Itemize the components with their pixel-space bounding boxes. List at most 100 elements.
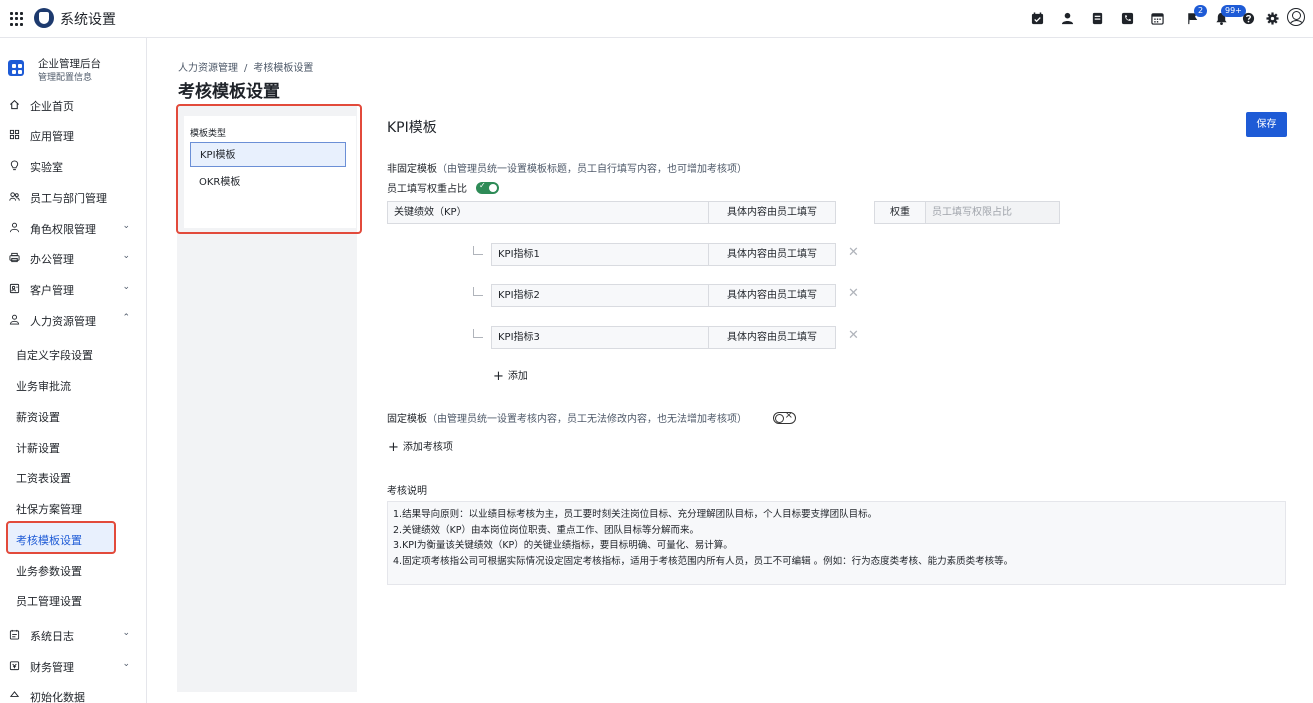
sidebar-subitem-label: 自定义字段设置 xyxy=(16,349,93,362)
remove-indicator-icon[interactable]: ✕ xyxy=(848,286,859,301)
breadcrumb: 人力资源管理 / 考核模板设置 xyxy=(178,59,313,74)
sidebar-item-label: 初始化数据 xyxy=(30,691,85,703)
sidebar-subitem-payroll-calc[interactable]: 计薪设置 xyxy=(0,434,146,460)
breadcrumb-current: 考核模板设置 xyxy=(253,63,314,74)
description-title: 考核说明 xyxy=(387,486,427,497)
plus-icon: + xyxy=(388,440,399,455)
sidebar-item-init-data[interactable]: 初始化数据 xyxy=(0,683,146,703)
add-assessment-item-label: 添加考核项 xyxy=(402,442,453,453)
sidebar-subitem-custom-fields[interactable]: 自定义字段设置 xyxy=(0,341,146,367)
description-textarea[interactable]: 1.结果导向原则：以业绩目标考核为主，员工要时刻关注岗位目标、充分理解团队目标，… xyxy=(387,501,1286,585)
sidebar-item-system-log[interactable]: 系统日志 ⌄ xyxy=(0,622,146,648)
fixed-title: 固定模板 xyxy=(387,414,427,425)
save-button[interactable]: 保存 xyxy=(1246,112,1287,137)
indicator-fill-by-employee[interactable]: 具体内容由员工填写 xyxy=(708,326,836,349)
sidebar-item-apps[interactable]: 应用管理 xyxy=(0,122,146,148)
kpi-indicator-field[interactable]: KPI指标2 xyxy=(491,284,709,307)
document-icon[interactable] xyxy=(1091,12,1104,25)
gear-icon[interactable] xyxy=(1266,12,1279,25)
description-line: 1.结果导向原则：以业绩目标考核为主，员工要时刻关注岗位目标、充分理解团队目标，… xyxy=(393,509,878,520)
init-icon xyxy=(9,690,20,701)
weight-toggle[interactable] xyxy=(476,181,499,194)
sidebar-item-label: 角色权限管理 xyxy=(30,223,96,236)
apps-icon xyxy=(9,129,20,140)
sidebar-item-label: 财务管理 xyxy=(30,661,74,674)
sidebar-subitem-social-security[interactable]: 社保方案管理 xyxy=(0,495,146,521)
sidebar-item-office[interactable]: 办公管理 ⌄ xyxy=(0,245,146,271)
calendar-grid-icon[interactable] xyxy=(1151,12,1164,25)
remove-indicator-icon[interactable]: ✕ xyxy=(848,245,859,260)
sidebar-subitem-payslip[interactable]: 工资表设置 xyxy=(0,464,146,490)
sidebar-subitem-assessment-template[interactable]: 考核模板设置 xyxy=(6,521,116,554)
chevron-up-icon: ⌃ xyxy=(122,313,130,323)
add-indicator-button[interactable]: + 添加 xyxy=(493,367,528,384)
sidebar-subitem-label: 考核模板设置 xyxy=(16,534,82,547)
printer-icon xyxy=(9,252,20,263)
org-name: 企业管理后台 xyxy=(38,58,101,70)
chevron-down-icon: ⌄ xyxy=(122,282,130,292)
sidebar-item-hr[interactable]: 人力资源管理 ⌃ xyxy=(0,307,146,333)
weight-input[interactable]: 员工填写权限占比 xyxy=(925,201,1060,224)
template-option-okr[interactable]: OKR模板 xyxy=(190,170,346,195)
sidebar-item-lab[interactable]: 实验室 xyxy=(0,153,146,179)
add-assessment-item-button[interactable]: + 添加考核项 xyxy=(388,438,453,455)
kpi-template-title: KPI模板 xyxy=(387,120,437,136)
nonfixed-section-title: 非固定模板（由管理员统一设置模板标题，员工自行填写内容，也可增加考核项） xyxy=(387,160,747,175)
breadcrumb-parent[interactable]: 人力资源管理 xyxy=(178,63,238,74)
weight-label: 权重 xyxy=(874,201,926,224)
kp-fill-by-employee[interactable]: 具体内容由员工填写 xyxy=(708,201,836,224)
sidebar-item-label: 员工与部门管理 xyxy=(30,192,107,205)
sidebar-subitem-salary[interactable]: 薪资设置 xyxy=(0,403,146,429)
sidebar-subitem-label: 工资表设置 xyxy=(16,472,71,485)
sidebar-subitem-business-params[interactable]: 业务参数设置 xyxy=(0,557,146,583)
avatar-icon[interactable] xyxy=(1287,8,1305,26)
sidebar-subitem-label: 社保方案管理 xyxy=(16,503,82,516)
calendar-check-icon[interactable] xyxy=(1031,12,1044,25)
sidebar-item-customers[interactable]: 客户管理 ⌄ xyxy=(0,276,146,302)
indicator-fill-by-employee[interactable]: 具体内容由员工填写 xyxy=(708,243,836,266)
indicator-fill-by-employee[interactable]: 具体内容由员工填写 xyxy=(708,284,836,307)
flag-badge: 2 xyxy=(1194,5,1208,17)
remove-indicator-icon[interactable]: ✕ xyxy=(848,328,859,343)
person-icon[interactable] xyxy=(1061,12,1074,25)
fixed-hint: （由管理员统一设置考核内容，员工无法修改内容，也无法增加考核项） xyxy=(427,414,747,425)
sidebar-subitem-label: 计薪设置 xyxy=(16,442,60,455)
nonfixed-hint: （由管理员统一设置模板标题，员工自行填写内容，也可增加考核项） xyxy=(437,164,747,175)
hr-icon xyxy=(9,314,20,325)
role-icon xyxy=(9,222,20,233)
log-icon xyxy=(9,629,20,640)
fixed-section-title: 固定模板（由管理员统一设置考核内容，员工无法修改内容，也无法增加考核项） xyxy=(387,410,747,425)
sidebar-item-label: 实验室 xyxy=(30,161,63,174)
chevron-down-icon: ⌄ xyxy=(122,659,130,669)
description-line: 2.关键绩效（KP）由本岗位岗位职责、重点工作、团队目标等分解而来。 xyxy=(393,524,700,536)
sidebar-item-home[interactable]: 企业首页 xyxy=(0,92,146,118)
sidebar-item-finance[interactable]: 财务管理 ⌄ xyxy=(0,653,146,679)
org-switcher[interactable]: 企业管理后台 管理配置信息 xyxy=(8,54,143,84)
kpi-indicator-field[interactable]: KPI指标1 xyxy=(491,243,709,266)
top-bar: 系统设置 2 99+ xyxy=(0,0,1313,38)
sidebar-subitem-label: 员工管理设置 xyxy=(16,595,82,608)
sidebar-subitem-approval-flow[interactable]: 业务审批流 xyxy=(0,372,146,398)
contact-card-icon xyxy=(9,283,20,294)
sidebar-item-label: 系统日志 xyxy=(30,630,74,643)
chevron-down-icon: ⌄ xyxy=(122,628,130,638)
tree-connector xyxy=(473,287,483,296)
app-grid-icon[interactable] xyxy=(10,12,24,26)
kpi-indicator-field[interactable]: KPI指标3 xyxy=(491,326,709,349)
plus-icon: + xyxy=(493,369,504,384)
logo-icon xyxy=(34,8,54,28)
sidebar-item-staff-dept[interactable]: 员工与部门管理 xyxy=(0,184,146,210)
fixed-template-toggle[interactable] xyxy=(773,410,796,424)
sidebar-subitem-employee-settings[interactable]: 员工管理设置 xyxy=(0,587,146,613)
phone-icon[interactable] xyxy=(1121,12,1134,25)
people-icon xyxy=(9,191,20,202)
finance-icon xyxy=(9,660,20,671)
sidebar-item-label: 办公管理 xyxy=(30,253,74,266)
template-option-kpi[interactable]: KPI模板 xyxy=(190,142,346,167)
key-performance-field[interactable]: 关键绩效（KP） xyxy=(387,201,709,224)
help-icon[interactable] xyxy=(1242,12,1255,25)
nonfixed-title: 非固定模板 xyxy=(387,164,437,175)
sidebar-item-roles[interactable]: 角色权限管理 ⌄ xyxy=(0,215,146,241)
app-title: 系统设置 xyxy=(60,12,116,28)
org-icon xyxy=(8,60,24,76)
